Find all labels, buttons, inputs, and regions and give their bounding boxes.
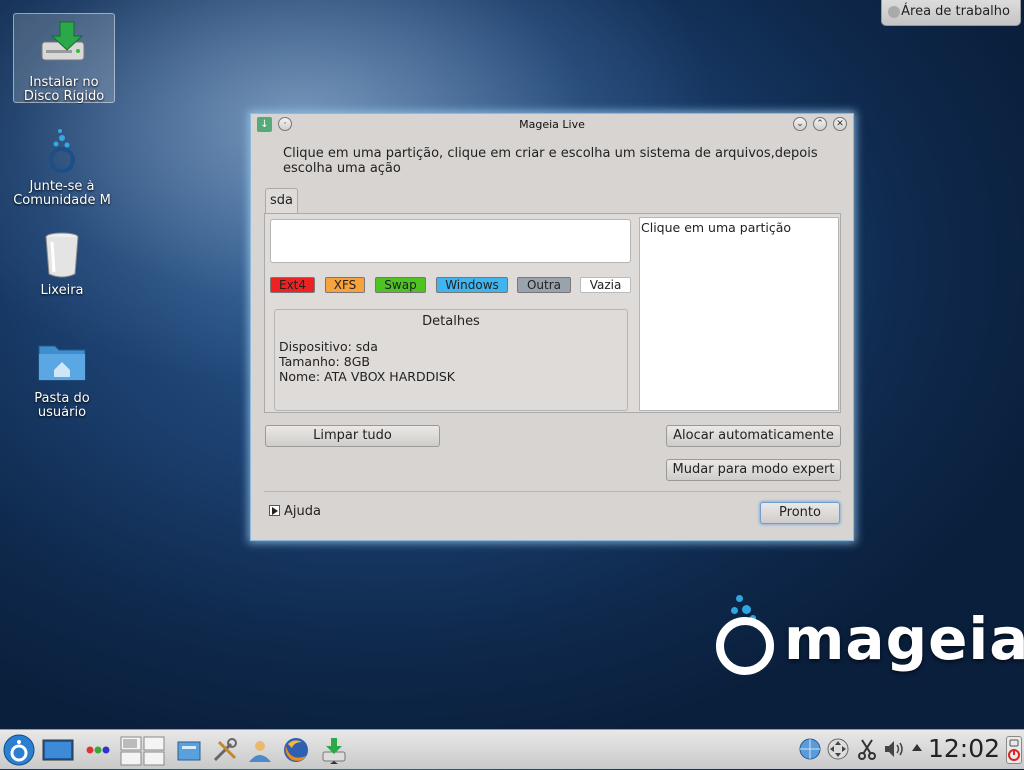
details-group: Detalhes Dispositivo: sda Tamanho: 8GB N… — [274, 309, 628, 411]
window-title: Mageia Live — [519, 118, 585, 131]
volume-icon[interactable] — [882, 737, 906, 761]
mageia-community-icon — [36, 124, 88, 176]
details-device: Dispositivo: sda — [279, 339, 378, 354]
network-globe-icon[interactable] — [798, 737, 822, 761]
tray-expand-icon[interactable] — [912, 744, 922, 751]
partition-info-box: Clique em uma partição — [639, 217, 839, 411]
expand-arrow-icon — [269, 505, 280, 516]
workspace-button[interactable]: Área de trabalho — [881, 0, 1021, 26]
desktop-icon-label: Pasta do — [34, 392, 90, 406]
details-size: Tamanho: 8GB — [279, 354, 370, 369]
desktop-icon-community[interactable]: Junte-se à Comunidade M — [12, 118, 112, 208]
logo-bubble — [742, 605, 751, 614]
clear-all-button[interactable]: Limpar tudo — [265, 425, 440, 447]
file-manager-icon[interactable] — [175, 736, 203, 764]
clock[interactable]: 12:02 — [928, 734, 1000, 764]
minimize-icon[interactable]: ⌄ — [793, 117, 807, 131]
maximize-icon[interactable]: ⌃ — [813, 117, 827, 131]
legend-windows: Windows — [436, 277, 508, 293]
mageia-live-window: ↓ · Mageia Live ⌄ ⌃ ✕ Clique em uma part… — [250, 113, 854, 541]
power-icon[interactable] — [1006, 736, 1022, 764]
legend-vazia: Vazia — [580, 277, 631, 293]
desktop-icon-label: Lixeira — [40, 284, 84, 298]
legend-ext4: Ext4 — [270, 277, 315, 293]
help-toggle[interactable]: Ajuda — [269, 504, 321, 520]
expert-mode-button[interactable]: Mudar para modo expert — [666, 459, 841, 481]
details-title: Detalhes — [422, 314, 480, 329]
details-name: Nome: ATA VBOX HARDDISK — [279, 369, 456, 384]
window-titlebar[interactable]: ↓ · Mageia Live ⌄ ⌃ ✕ — [251, 114, 853, 136]
desktop-icon-home[interactable]: Pasta do usuário — [12, 330, 112, 420]
tab-panel: Ext4 XFS Swap Windows Outra Vazia Detalh… — [264, 213, 841, 413]
desktop-icon[interactable] — [42, 736, 74, 764]
mageia-menu-icon[interactable] — [3, 734, 35, 766]
desktop-icon-trash[interactable]: Lixeira — [12, 222, 112, 298]
tools-icon[interactable] — [211, 736, 239, 764]
help-label: Ajuda — [284, 504, 321, 519]
pager-icon[interactable] — [120, 736, 166, 766]
partition-map[interactable] — [270, 219, 631, 263]
desktop-icon-label: Disco Rígido — [23, 90, 105, 104]
separator — [264, 491, 841, 492]
firefox-icon[interactable] — [282, 736, 310, 764]
installer-icon[interactable] — [320, 736, 348, 764]
logo-bubble — [731, 607, 738, 614]
legend-outra: Outra — [517, 277, 571, 293]
taskbar: 12:02 — [0, 729, 1024, 769]
home-folder-icon — [36, 336, 88, 388]
activity-dots-icon[interactable] — [84, 736, 112, 764]
clipboard-scissors-icon[interactable] — [855, 737, 879, 761]
desktop-icon-label: Instalar no — [29, 76, 99, 90]
network-install-icon[interactable] — [246, 736, 274, 764]
auto-allocate-button[interactable]: Alocar automaticamente — [666, 425, 841, 447]
close-icon[interactable]: ✕ — [833, 117, 847, 131]
workspace-icon — [888, 6, 900, 18]
desktop-icon-install[interactable]: Instalar no Disco Rígido — [13, 13, 115, 104]
logo-ring — [716, 617, 774, 675]
legend-swap: Swap — [375, 277, 426, 293]
window-menu-icon[interactable]: · — [278, 117, 292, 131]
trash-icon — [36, 228, 88, 280]
hard-disk-install-icon — [38, 20, 90, 72]
desktop-icon-label: usuário — [37, 406, 87, 420]
installer-app-icon[interactable]: ↓ — [257, 117, 272, 132]
legend-xfs: XFS — [325, 277, 365, 293]
desktop-icon-label: Comunidade M — [13, 194, 111, 208]
instruction-text: Clique em uma partição, clique em criar … — [283, 146, 818, 176]
tab-sda[interactable]: sda — [265, 188, 298, 213]
workspace-label: Área de trabalho — [901, 4, 1010, 19]
desktop-icon-label: Junte-se à — [29, 180, 95, 194]
done-button[interactable]: Pronto — [760, 502, 840, 524]
logo-wordmark: mageia — [784, 605, 1024, 673]
move-icon[interactable] — [826, 737, 850, 761]
logo-bubble — [736, 595, 743, 602]
mageia-logo: mageia — [712, 595, 1024, 685]
